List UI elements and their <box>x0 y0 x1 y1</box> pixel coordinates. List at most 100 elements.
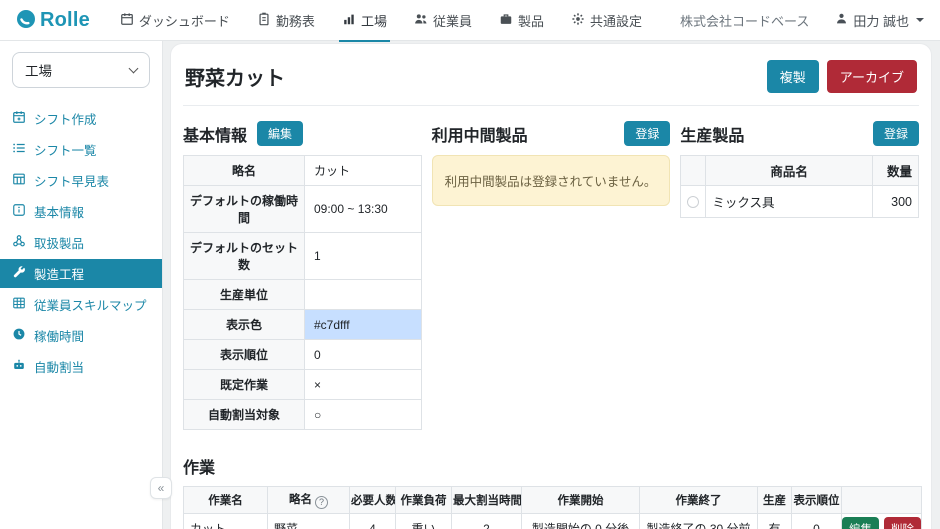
sidebar-item-shift-chart[interactable]: シフト早見表 <box>0 166 162 195</box>
nav-item-products[interactable]: 製品 <box>499 0 544 41</box>
nav-label: 従業員 <box>433 11 472 30</box>
product-name: ミックス具 <box>706 186 873 218</box>
people-icon <box>414 12 428 29</box>
table-row: デフォルトのセット数1 <box>184 233 422 280</box>
product-name-header: 商品名 <box>706 156 873 186</box>
register-intermediate-button[interactable]: 登録 <box>624 121 670 146</box>
clock-icon <box>12 327 26 344</box>
kv-value: 1 <box>305 233 422 280</box>
col-load: 作業負荷 <box>396 487 452 514</box>
intermediate-products-section: 利用中間製品 登録 利用中間製品は登録されていません。 <box>432 120 671 430</box>
basic-info-heading: 基本情報 <box>183 122 247 146</box>
table-row: カット 野菜 4 重い 2 製造開始の 0 分後 製造終了の 30 分前 有 0… <box>184 513 922 529</box>
sidebar-item-handled-products[interactable]: 取扱製品 <box>0 228 162 257</box>
kv-value <box>305 280 422 310</box>
user-name: 田力 誠也 <box>853 11 909 30</box>
tasks-table: 作業名 略名? 必要人数 作業負荷 最大割当時間 作業開始 作業終了 生産 表示… <box>183 486 922 529</box>
product-radio[interactable] <box>687 196 699 208</box>
user-menu[interactable]: 田力 誠也 <box>835 11 924 30</box>
col-max-time: 最大割当時間 <box>452 487 522 514</box>
nav-label: 勤務表 <box>276 11 315 30</box>
col-start: 作業開始 <box>522 487 640 514</box>
tasks-heading: 作業 <box>183 454 919 478</box>
brand-name: Rolle <box>40 9 90 32</box>
duplicate-button[interactable]: 複製 <box>767 60 819 93</box>
sidebar-item-shift-list[interactable]: シフト一覧 <box>0 135 162 164</box>
display-color-value: #c7dfff <box>305 310 422 340</box>
tasks-header-row: 作業名 略名? 必要人数 作業負荷 最大割当時間 作業開始 作業終了 生産 表示… <box>184 487 922 514</box>
table-row: 生産単位 <box>184 280 422 310</box>
kv-label: 表示順位 <box>184 340 305 370</box>
kv-label: 略名 <box>184 156 305 186</box>
bar-chart-icon <box>342 12 356 29</box>
sidebar-item-skill-map[interactable]: 従業員スキルマップ <box>0 290 162 319</box>
nav-label: 共通設定 <box>590 11 642 30</box>
nav-item-dashboard[interactable]: ダッシュボード <box>120 0 230 41</box>
sidebar-item-basic-info[interactable]: 基本情報 <box>0 197 162 226</box>
nav-item-settings[interactable]: 共通設定 <box>571 0 642 41</box>
empty-intermediate-alert: 利用中間製品は登録されていません。 <box>432 155 671 206</box>
task-order: 0 <box>792 513 842 529</box>
sidebar-label: シフト早見表 <box>34 171 109 190</box>
nav-item-timesheet[interactable]: 勤務表 <box>257 0 315 41</box>
sidebar-item-operating-hours[interactable]: 稼働時間 <box>0 321 162 350</box>
kv-label: デフォルトの稼働時間 <box>184 186 305 233</box>
sidebar-label: 基本情報 <box>34 202 84 221</box>
col-actions <box>842 487 922 514</box>
produced-products-table: 商品名 数量 ミックス具 300 <box>680 155 919 218</box>
col-production: 生産 <box>758 487 792 514</box>
kv-label: デフォルトのセット数 <box>184 233 305 280</box>
nav-item-factory[interactable]: 工場 <box>342 0 387 41</box>
table-row: 既定作業× <box>184 370 422 400</box>
edit-basic-info-button[interactable]: 編集 <box>257 121 303 146</box>
main-card: 野菜カット 複製 アーカイブ 基本情報 編集 <box>170 43 932 529</box>
chevron-down-icon <box>129 64 139 74</box>
sidebar-collapse-button[interactable]: « <box>150 477 172 499</box>
kv-value: ○ <box>305 400 422 430</box>
briefcase-icon <box>499 12 513 29</box>
sidebar-label: 従業員スキルマップ <box>34 295 147 314</box>
sidebar-label: 稼働時間 <box>34 326 84 345</box>
kv-label: 生産単位 <box>184 280 305 310</box>
col-task-name: 作業名 <box>184 487 268 514</box>
col-short-name: 略名? <box>268 487 350 514</box>
sidebar-item-shift-create[interactable]: シフト作成 <box>0 104 162 133</box>
top-navbar: Rolle ダッシュボード 勤務表 工場 従業員 製品 共通設定 株式会社コード… <box>0 0 940 41</box>
kv-label: 表示色 <box>184 310 305 340</box>
gear-icon <box>571 12 585 29</box>
quantity-header: 数量 <box>873 156 919 186</box>
brand[interactable]: Rolle <box>16 9 90 32</box>
tasks-section: 作業 作業名 略名? 必要人数 作業負荷 最大割当時間 作業開始 <box>183 454 919 529</box>
sidebar-item-manufacturing-process[interactable]: 製造工程 <box>0 259 162 288</box>
sidebar-label: 自動割当 <box>34 357 84 376</box>
product-quantity: 300 <box>873 186 919 218</box>
sidebar-label: シフト一覧 <box>34 140 97 159</box>
kv-value: 0 <box>305 340 422 370</box>
produced-products-heading: 生産製品 <box>680 122 744 146</box>
table-row: 略名カット <box>184 156 422 186</box>
kv-value: × <box>305 370 422 400</box>
col-order: 表示順位 <box>792 487 842 514</box>
nodes-icon <box>12 234 26 251</box>
nav-item-employees[interactable]: 従業員 <box>414 0 472 41</box>
person-icon <box>835 12 848 28</box>
task-people: 4 <box>350 513 396 529</box>
sidebar-item-auto-assign[interactable]: 自動割当 <box>0 352 162 381</box>
task-name: カット <box>184 513 268 529</box>
rolle-logo-icon <box>16 9 36 32</box>
radio-column-header <box>681 156 706 186</box>
nav-label: ダッシュボード <box>139 11 230 30</box>
info-icon <box>12 203 26 220</box>
edit-task-button[interactable]: 編集 <box>842 517 879 529</box>
archive-button[interactable]: アーカイブ <box>827 60 917 93</box>
register-product-button[interactable]: 登録 <box>873 121 919 146</box>
col-end: 作業終了 <box>640 487 758 514</box>
nav-label: 工場 <box>361 11 387 30</box>
table-row: ミックス具 300 <box>681 186 919 218</box>
company-name: 株式会社コードベース <box>680 11 809 30</box>
sidebar: 工場 シフト作成 シフト一覧 シフト早見表 基本情報 取扱製品 製造工程 <box>0 41 163 529</box>
page-title: 野菜カット <box>185 62 285 91</box>
help-icon[interactable]: ? <box>315 496 328 509</box>
facility-select[interactable]: 工場 <box>12 52 150 88</box>
delete-task-button[interactable]: 削除 <box>884 517 921 529</box>
